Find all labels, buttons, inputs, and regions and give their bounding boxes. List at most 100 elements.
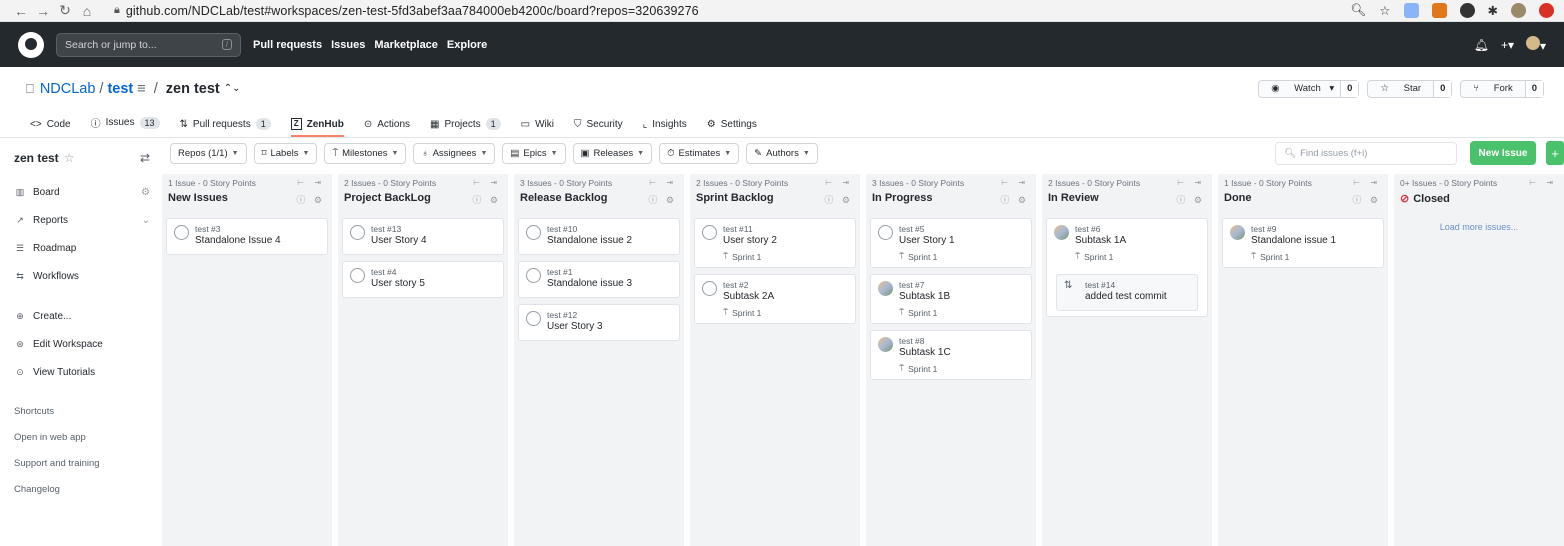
tab-settings[interactable]: ⚙ Settings	[707, 119, 757, 137]
issue-card[interactable]: test #10 Standalone issue 2	[518, 218, 680, 255]
issue-title[interactable]: Standalone issue 2	[547, 235, 632, 246]
tab-pull-requests[interactable]: ⇅ Pull requests 1	[180, 118, 271, 137]
new-issue-button[interactable]: New Issue	[1470, 141, 1536, 165]
nav-marketplace[interactable]: Marketplace	[374, 39, 438, 51]
bookmark-star-icon[interactable]: ☆	[1379, 3, 1390, 18]
issue-card[interactable]: test #4 User story 5	[342, 261, 504, 298]
issue-title[interactable]: Standalone issue 1	[1251, 235, 1336, 246]
filter-repos[interactable]: Repos (1/1) ▼	[170, 142, 247, 164]
star-button[interactable]: ☆ Star 0	[1367, 79, 1453, 98]
tab-projects[interactable]: ▦ Projects 1	[430, 118, 501, 137]
workspace-menu-icon[interactable]: ≡	[137, 81, 145, 97]
tab-wiki[interactable]: ▭ Wiki	[521, 119, 554, 137]
pipeline-settings-icon[interactable]: ⓘ ⚙	[472, 193, 501, 206]
tab-security[interactable]: ⛉ Security	[574, 119, 623, 137]
issue-card[interactable]: test #3 Standalone Issue 4	[166, 218, 328, 255]
pipeline-settings-icon[interactable]: ⓘ ⚙	[648, 193, 677, 206]
issue-ref[interactable]: test #11	[723, 224, 777, 234]
back-icon[interactable]: ←	[10, 3, 32, 19]
tab-code[interactable]: <> Code	[30, 119, 71, 137]
pr-title[interactable]: added test commit	[1085, 291, 1167, 302]
sidebar-item-workflows[interactable]: ⇆ Workflows	[14, 262, 162, 290]
find-issues-input[interactable]: 🔍︎ Find issues (f+i)	[1275, 141, 1457, 165]
sidebar-item-board[interactable]: ▥ Board ⚙	[14, 178, 162, 206]
pipeline-settings-icon[interactable]: ⓘ ⚙	[1000, 193, 1029, 206]
add-button[interactable]: +	[1546, 141, 1564, 165]
sprint-tag[interactable]: ⍑ Sprint 1	[1251, 251, 1336, 262]
watch-count[interactable]: 0	[1340, 80, 1359, 97]
pipeline-settings-icon[interactable]: ⓘ ⚙	[1352, 193, 1381, 206]
board-settings-gear-icon[interactable]: ⚙	[141, 187, 150, 198]
extension-doc-icon[interactable]	[1403, 3, 1419, 18]
collapse-icon[interactable]: ⊢ ⇥	[1001, 178, 1029, 187]
collapse-icon[interactable]: ⊢ ⇥	[649, 178, 677, 187]
search-input[interactable]: Search or jump to... /	[56, 32, 241, 57]
issue-card[interactable]: test #1 Standalone issue 3	[518, 261, 680, 298]
switch-workspace-icon[interactable]: ⇄	[140, 151, 150, 165]
zoom-icon[interactable]: 🔍︎	[1350, 3, 1366, 18]
nav-explore[interactable]: Explore	[447, 39, 487, 51]
sidebar-action-create[interactable]: ⊕ Create...	[14, 302, 162, 330]
create-new-plus-icon[interactable]: +▾	[1501, 38, 1514, 52]
issue-ref[interactable]: test #12	[547, 310, 603, 320]
issue-card[interactable]: test #5 User Story 1 ⍑ Sprint 1	[870, 218, 1032, 268]
filter-epics[interactable]: ▤ Epics ▼	[502, 142, 566, 164]
issue-title[interactable]: Standalone Issue 4	[195, 235, 281, 246]
issue-card[interactable]: test #7 Subtask 1B ⍑ Sprint 1	[870, 274, 1032, 324]
issue-title[interactable]: Subtask 1B	[899, 291, 950, 302]
issue-ref[interactable]: test #8	[899, 336, 951, 346]
extension-red-icon[interactable]	[1539, 3, 1554, 18]
issue-card[interactable]: test #13 User Story 4	[342, 218, 504, 255]
issue-card[interactable]: test #12 User Story 3	[518, 304, 680, 341]
repo-name-link[interactable]: test	[107, 81, 133, 97]
chevron-down-icon[interactable]: ⌄	[142, 215, 150, 226]
tab-insights[interactable]: ⌞ Insights	[643, 119, 687, 137]
fork-count[interactable]: 0	[1524, 80, 1543, 97]
sprint-tag[interactable]: ⍑ Sprint 1	[723, 251, 777, 262]
issue-card[interactable]: test #2 Subtask 2A ⍑ Sprint 1	[694, 274, 856, 324]
pr-ref[interactable]: test #14	[1085, 280, 1167, 290]
favorite-star-icon[interactable]: ☆	[64, 151, 75, 165]
sprint-tag[interactable]: ⍑ Sprint 1	[1075, 251, 1126, 262]
tab-issues[interactable]: ⓘ Issues 13	[91, 115, 160, 137]
watch-button[interactable]: ◉ Watch ▾ 0	[1258, 79, 1360, 98]
issue-ref[interactable]: test #2	[723, 280, 774, 290]
fork-button[interactable]: ⑂ Fork 0	[1460, 79, 1544, 98]
issue-title[interactable]: User story 5	[371, 278, 425, 289]
issue-title[interactable]: User Story 1	[899, 235, 955, 246]
issue-card[interactable]: test #6 Subtask 1A ⍑ Sprint 1 ⇅ test #14 ad…	[1046, 218, 1208, 317]
filter-authors[interactable]: ✎ Authors ▼	[746, 142, 818, 164]
sprint-tag[interactable]: ⍑ Sprint 1	[899, 363, 951, 374]
sprint-tag[interactable]: ⍑ Sprint 1	[899, 251, 955, 262]
filter-milestones[interactable]: ⍑ Milestones ▼	[324, 142, 407, 164]
pipeline-settings-icon[interactable]: ⓘ ⚙	[296, 193, 325, 206]
issue-ref[interactable]: test #3	[195, 224, 281, 234]
user-menu[interactable]: ▾	[1525, 36, 1546, 53]
sidebar-item-reports[interactable]: ↗ Reports ⌄	[14, 206, 162, 234]
tab-zenhub[interactable]: Z ZenHub	[290, 118, 344, 137]
forward-icon[interactable]: →	[32, 3, 54, 19]
workspace-name[interactable]: zen test	[166, 81, 220, 97]
extension-compass-icon[interactable]	[1459, 3, 1475, 18]
extensions-puzzle-icon[interactable]: ✱	[1488, 3, 1498, 18]
filter-releases[interactable]: ▣ Releases ▼	[572, 142, 653, 164]
collapse-icon[interactable]: ⊢ ⇥	[297, 178, 325, 187]
issue-ref[interactable]: test #13	[371, 224, 427, 234]
changelog-link[interactable]: Changelog	[14, 476, 162, 502]
issue-ref[interactable]: test #7	[899, 280, 950, 290]
filter-estimates[interactable]: ⏱︎ Estimates ▼	[659, 142, 740, 164]
github-logo-icon[interactable]	[18, 31, 44, 58]
linked-pr-card[interactable]: ⇅ test #14 added test commit	[1056, 274, 1198, 311]
workspace-switch-icon[interactable]: ⌃⌄	[224, 83, 241, 94]
notifications-bell-icon[interactable]: 🔔︎	[1474, 38, 1489, 52]
sprint-tag[interactable]: ⍑ Sprint 1	[899, 307, 950, 318]
issue-title[interactable]: User Story 3	[547, 321, 603, 332]
issue-card[interactable]: test #9 Standalone issue 1 ⍑ Sprint 1	[1222, 218, 1384, 268]
pipeline-settings-icon[interactable]: ⓘ ⚙	[824, 193, 853, 206]
collapse-icon[interactable]: ⊢ ⇥	[1353, 178, 1381, 187]
issue-ref[interactable]: test #5	[899, 224, 955, 234]
load-more-link[interactable]: Load more issues...	[1394, 212, 1564, 232]
issue-ref[interactable]: test #6	[1075, 224, 1126, 234]
reload-icon[interactable]: ↻	[54, 2, 76, 19]
nav-pull-requests[interactable]: Pull requests	[253, 39, 322, 51]
